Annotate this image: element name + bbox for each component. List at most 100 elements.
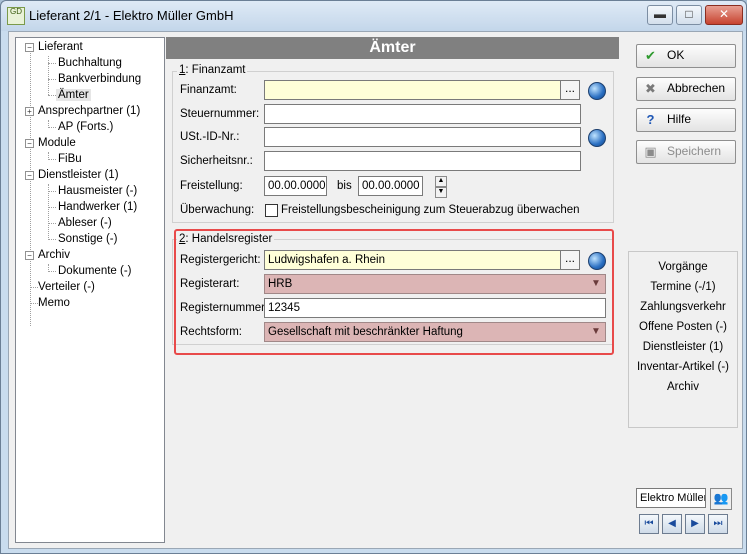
close-button[interactable]: ✕ [705, 5, 743, 25]
page-title: Ämter [166, 37, 619, 59]
ustid-label: USt.-ID-Nr.: [180, 131, 240, 143]
tree-line [48, 63, 56, 64]
tree-collapse-icon[interactable]: − [25, 43, 34, 52]
title-bar: GD Lieferant 2/1 - Elektro Müller GmbH ▬… [1, 1, 746, 31]
tree-line [30, 287, 38, 288]
save-label: Speichern [667, 144, 722, 158]
ok-label: OK [667, 48, 685, 62]
tree-item-label: Ämter [56, 89, 91, 101]
tree-line [48, 159, 56, 160]
cancel-label: Abbrechen [667, 81, 726, 95]
registergericht-browse-button[interactable]: ... [560, 250, 580, 270]
link-dienstleister[interactable]: Dienstleister (1) [629, 341, 737, 353]
tree-item-bankverbindung[interactable]: Bankverbindung [58, 71, 141, 87]
tree-line [30, 48, 31, 326]
ueberwachung-checkbox-label[interactable]: Freistellungsbescheinigung zum Steuerabz… [281, 204, 580, 216]
link-offene-posten[interactable]: Offene Posten (-) [629, 321, 737, 333]
minimize-button[interactable]: ▬ [647, 5, 673, 25]
main-window: GD Lieferant 2/1 - Elektro Müller GmbH ▬… [0, 0, 747, 554]
related-links-panel: Vorgänge Termine (-/1) Zahlungsverkehr O… [628, 251, 738, 428]
registergericht-input[interactable]: Ludwigshafen a. Rhein [264, 250, 561, 270]
chevron-down-icon[interactable]: ▼ [591, 326, 601, 338]
help-icon: ? [646, 112, 655, 127]
tree-item-verteiler[interactable]: Verteiler (-) [38, 279, 95, 295]
tree-item-sonstige[interactable]: Sonstige (-) [58, 231, 117, 247]
tree-item-ap-forts[interactable]: AP (Forts.) [58, 119, 113, 135]
bis-label: bis [337, 180, 352, 192]
finanzamt-group-label: 1: Finanzamt [177, 64, 248, 76]
cancel-x-icon: ✖ [645, 81, 656, 96]
ustid-input[interactable] [264, 127, 581, 147]
freistellung-from-input[interactable]: 00.00.0000 [264, 176, 327, 196]
maximize-button[interactable]: □ [676, 5, 702, 25]
spin-up-icon[interactable]: ▲ [435, 176, 447, 187]
last-record-button[interactable]: ⏭ [708, 514, 728, 534]
registerart-select[interactable]: HRB ▼ [264, 274, 606, 294]
globe-icon[interactable] [588, 129, 606, 147]
tree-line [48, 223, 56, 224]
tree-item-ansprechpartner[interactable]: Ansprechpartner (1) [38, 103, 140, 119]
quick-search-input[interactable]: Elektro Müller [636, 488, 706, 508]
link-inventar-artikel[interactable]: Inventar-Artikel (-) [629, 361, 737, 373]
first-record-button[interactable]: ⏮ [639, 514, 659, 534]
registerart-label: Registerart: [180, 278, 240, 290]
navigation-tree[interactable]: − Lieferant Buchhaltung Bankverbindung Ä… [15, 37, 165, 543]
freistellung-to-input[interactable]: 00.00.0000 [358, 176, 423, 196]
sicherheitsnr-label: Sicherheitsnr.: [180, 155, 253, 167]
tree-line [48, 191, 56, 192]
rechtsform-label: Rechtsform: [180, 326, 242, 338]
date-spinner[interactable]: ▲ ▼ [435, 176, 447, 198]
rechtsform-value: Gesellschaft mit beschränkter Haftung [268, 326, 463, 338]
tree-line [48, 184, 49, 240]
tree-item-dienstleister[interactable]: Dienstleister (1) [38, 167, 119, 183]
finanzamt-browse-button[interactable]: ... [560, 80, 580, 100]
globe-icon[interactable] [588, 252, 606, 270]
link-vorgaenge[interactable]: Vorgänge [629, 261, 737, 273]
tree-item-ableser[interactable]: Ableser (-) [58, 215, 112, 231]
tree-item-module[interactable]: Module [38, 135, 76, 151]
tree-item-fibu[interactable]: FiBu [58, 151, 82, 167]
globe-icon[interactable] [588, 82, 606, 100]
finanzamt-input[interactable] [264, 80, 561, 100]
checkmark-icon: ✔ [645, 48, 656, 63]
help-button[interactable]: ? Hilfe [636, 108, 736, 132]
spin-down-icon[interactable]: ▼ [435, 187, 447, 198]
tree-item-memo[interactable]: Memo [38, 295, 70, 311]
rechtsform-select[interactable]: Gesellschaft mit beschränkter Haftung ▼ [264, 322, 606, 342]
tree-collapse-icon[interactable]: − [25, 171, 34, 180]
registernummer-input[interactable]: 12345 [264, 298, 606, 318]
link-archiv[interactable]: Archiv [629, 381, 737, 393]
client-area: − Lieferant Buchhaltung Bankverbindung Ä… [8, 31, 743, 549]
link-zahlungsverkehr[interactable]: Zahlungsverkehr [629, 301, 737, 313]
tree-item-dokumente[interactable]: Dokumente (-) [58, 263, 132, 279]
steuernummer-input[interactable] [264, 104, 581, 124]
people-icon[interactable]: 👥 [710, 488, 732, 510]
tree-expand-icon[interactable]: + [25, 107, 34, 116]
link-termine[interactable]: Termine (-/1) [629, 281, 737, 293]
tree-item-hausmeister[interactable]: Hausmeister (-) [58, 183, 137, 199]
tree-collapse-icon[interactable]: − [25, 251, 34, 260]
tree-collapse-icon[interactable]: − [25, 139, 34, 148]
tree-item-archiv[interactable]: Archiv [38, 247, 70, 263]
save-button[interactable]: ▣ Speichern [636, 140, 736, 164]
registergericht-label: Registergericht: [180, 254, 261, 266]
steuernummer-label: Steuernummer: [180, 108, 260, 120]
cancel-button[interactable]: ✖ Abbrechen [636, 77, 736, 101]
previous-record-button[interactable]: ◀ [662, 514, 682, 534]
ok-button[interactable]: ✔ OK [636, 44, 736, 68]
group-label-text: : Finanzamt [185, 64, 246, 76]
registerart-value: HRB [268, 278, 293, 290]
tree-item-lieferant[interactable]: Lieferant [38, 39, 83, 55]
ueberwachung-checkbox[interactable] [265, 204, 278, 217]
window-title: Lieferant 2/1 - Elektro Müller GmbH [29, 8, 234, 23]
help-label: Hilfe [667, 112, 692, 126]
next-record-button[interactable]: ▶ [685, 514, 705, 534]
app-icon: GD [7, 7, 25, 25]
tree-item-handwerker[interactable]: Handwerker (1) [58, 199, 137, 215]
tree-item-aemter[interactable]: Ämter [56, 87, 91, 103]
finanzamt-label: Finanzamt: [180, 84, 237, 96]
floppy-disk-icon: ▣ [644, 144, 657, 159]
tree-item-buchhaltung[interactable]: Buchhaltung [58, 55, 122, 71]
chevron-down-icon[interactable]: ▼ [591, 278, 601, 290]
sicherheitsnr-input[interactable] [264, 151, 581, 171]
